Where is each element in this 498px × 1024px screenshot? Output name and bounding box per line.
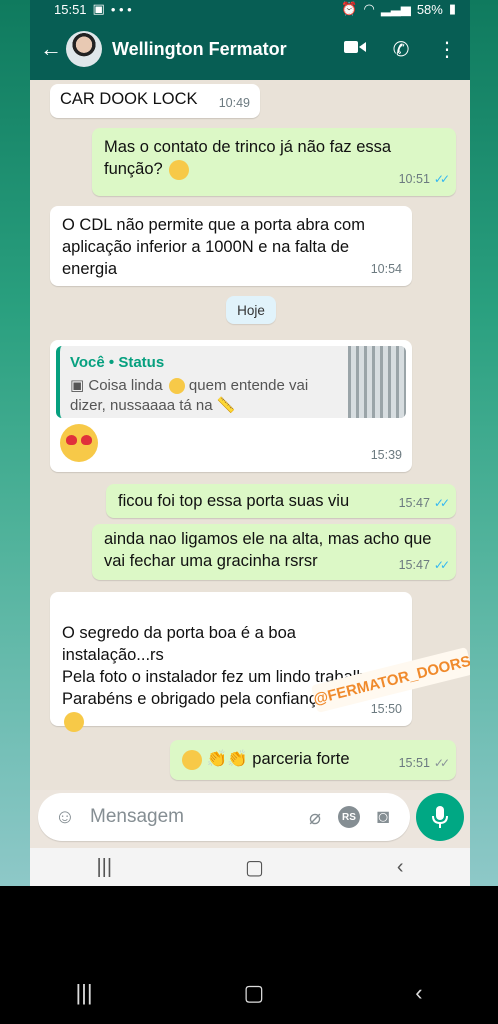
attach-icon[interactable]: ⌀: [300, 805, 330, 830]
image-notification-icon: ▣: [92, 1, 105, 16]
battery-icon: ▮: [448, 1, 456, 16]
wifi-icon: ◠: [363, 1, 375, 16]
status-time: 15:51: [54, 1, 87, 17]
message-outgoing[interactable]: ficou foi top essa porta suas viu 15:47 ✓…: [106, 484, 456, 518]
read-ticks-icon: ✓✓: [433, 496, 450, 510]
quote-author: Você • Status: [70, 354, 165, 371]
arrow-left-icon[interactable]: ←: [36, 36, 66, 62]
quoted-status[interactable]: Você • Status ▣ Coisa linda quem entende…: [56, 346, 406, 418]
payment-icon[interactable]: RS: [338, 806, 360, 828]
quote-text-part-1: Coisa linda: [88, 377, 163, 394]
message-time: 10:54: [370, 262, 402, 276]
message-time: 15:47: [398, 496, 430, 510]
emoji-icon[interactable]: ☺: [50, 806, 80, 829]
message-text: O CDL não permite que a porta abra com a…: [62, 216, 365, 278]
message-text: ainda nao ligamos ele na alta, mas acho …: [104, 530, 432, 570]
message-time: 15:50: [370, 702, 402, 716]
message-outgoing[interactable]: ainda nao ligamos ele na alta, mas acho …: [92, 524, 456, 580]
recent-apps-icon[interactable]: |||: [75, 980, 92, 1006]
message-time: 15:47: [398, 558, 430, 572]
status-thumbnail: [348, 346, 406, 418]
more-options-icon[interactable]: ⋮: [424, 37, 470, 62]
mic-button[interactable]: [416, 793, 464, 841]
camera-icon[interactable]: ◙: [368, 806, 398, 829]
quote-text: ▣ Coisa linda quem entende vai dizer, nu…: [70, 376, 340, 416]
message-incoming[interactable]: CAR DOOK LOCK 10:49: [50, 84, 260, 118]
message-text: ficou foi top essa porta suas viu: [118, 492, 350, 510]
message-incoming[interactable]: O segredo da porta boa é a boa instalaçã…: [50, 592, 412, 732]
system-nav-bar: ||| ▢ ‹: [0, 968, 498, 1018]
signal-icon: ▂▃▅: [380, 1, 411, 16]
message-time: 15:51: [398, 756, 430, 770]
chat-header: ← Wellington Fermator ✆ ⋮: [30, 18, 470, 80]
read-ticks-icon: ✓✓: [433, 172, 450, 186]
back-nav-icon[interactable]: ‹: [397, 856, 404, 879]
image-icon: ▣: [70, 377, 85, 394]
smiling-hearts-emoji-icon: [182, 749, 202, 770]
read-ticks-icon: ✓✓: [433, 558, 450, 572]
message-incoming-reply[interactable]: Você • Status ▣ Coisa linda quem entende…: [50, 340, 412, 472]
video-call-icon[interactable]: [332, 38, 378, 61]
smiling-emoji-icon: [168, 378, 185, 395]
whatsapp-chat-screen: 15:51 ▣ • • • ⏰ ◠ ▂▃▅ 58% ▮ ← Wellington…: [30, 0, 470, 886]
voice-call-icon[interactable]: ✆: [378, 37, 424, 62]
grinning-emoji-icon: [64, 711, 84, 732]
contact-name[interactable]: Wellington Fermator: [112, 39, 332, 60]
date-chip: Hoje: [226, 296, 276, 324]
message-composer[interactable]: ☺ Mensagem ⌀ RS ◙: [38, 793, 410, 841]
message-list[interactable]: CAR DOOK LOCK 10:49 Mas o contato de tri…: [30, 80, 470, 790]
message-incoming[interactable]: O CDL não permite que a porta abra com a…: [50, 206, 412, 286]
status-bar: 15:51 ▣ • • • ⏰ ◠ ▂▃▅ 58% ▮: [30, 0, 470, 18]
inner-nav-bar: ||| ▢ ‹: [30, 848, 470, 886]
message-text: Mas o contato de trinco já não faz essa …: [104, 138, 392, 178]
message-time: 10:49: [218, 96, 250, 110]
home-icon[interactable]: ▢: [245, 855, 264, 880]
alarm-icon: ⏰: [341, 1, 358, 16]
message-time: 15:39: [370, 448, 402, 462]
heart-eyes-emoji-icon: [60, 424, 98, 462]
clapping-hands-emoji-icon: 👏👏: [206, 750, 248, 768]
message-time: 10:51: [398, 172, 430, 186]
battery-percent: 58%: [416, 1, 443, 17]
message-text: CAR DOOK LOCK: [60, 90, 198, 108]
message-outgoing[interactable]: Mas o contato de trinco já não faz essa …: [92, 128, 456, 196]
contact-avatar[interactable]: [66, 31, 102, 67]
thinking-face-emoji-icon: [169, 159, 190, 180]
home-icon[interactable]: ▢: [244, 980, 265, 1006]
delivered-ticks-icon: ✓✓: [433, 756, 450, 770]
recent-apps-icon[interactable]: |||: [96, 856, 112, 879]
more-notifications-icon: • • •: [110, 1, 132, 17]
ruler-emoji-icon: 📏: [216, 397, 236, 414]
back-nav-icon[interactable]: ‹: [415, 980, 422, 1006]
message-input[interactable]: Mensagem: [80, 806, 300, 828]
message-outgoing[interactable]: 👏👏 parceria forte 15:51 ✓✓: [170, 740, 456, 780]
message-text: parceria forte: [252, 750, 350, 768]
